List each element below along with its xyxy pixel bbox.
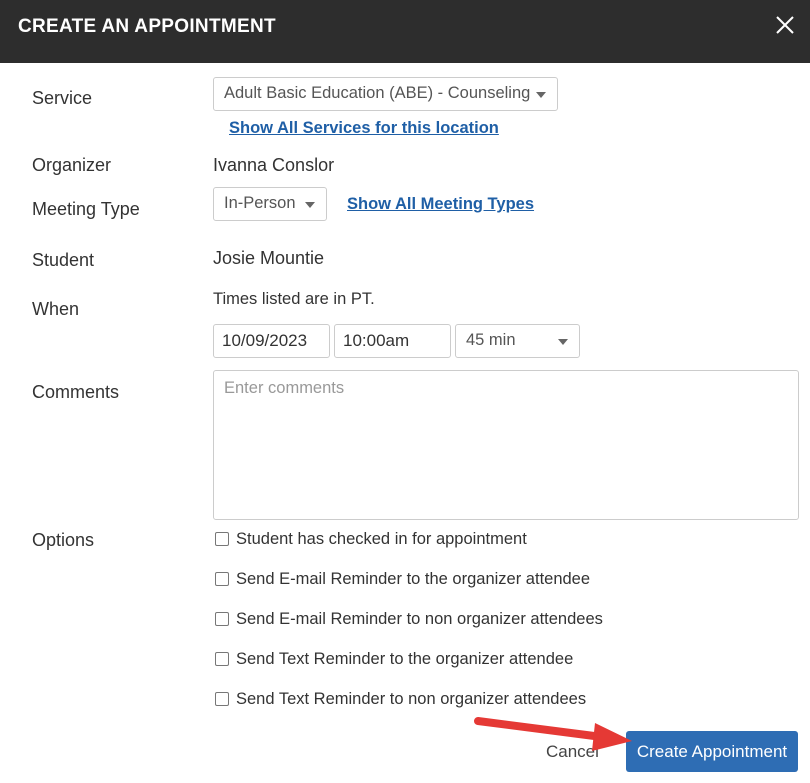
show-all-meeting-types-link[interactable]: Show All Meeting Types bbox=[347, 195, 534, 214]
option-label: Send E-mail Reminder to the organizer at… bbox=[236, 569, 591, 588]
service-select-value: Adult Basic Education (ABE) - Counseling bbox=[224, 84, 531, 102]
timezone-note: Times listed are in PT. bbox=[213, 290, 375, 308]
dialog-title: CREATE AN APPOINTMENT bbox=[18, 16, 276, 37]
option-text-non-organizer[interactable]: Send Text Reminder to non organizer atte… bbox=[215, 688, 586, 710]
option-email-organizer[interactable]: Send E-mail Reminder to the organizer at… bbox=[215, 568, 590, 590]
option-email-non-organizer[interactable]: Send E-mail Reminder to non organizer at… bbox=[215, 608, 603, 630]
student-value: Josie Mountie bbox=[213, 248, 325, 268]
time-input[interactable] bbox=[334, 324, 451, 358]
option-checked-in[interactable]: Student has checked in for appointment bbox=[215, 528, 527, 550]
option-label: Student has checked in for appointment bbox=[236, 529, 527, 548]
duration-select-value: 45 min bbox=[466, 331, 516, 349]
chevron-down-icon bbox=[305, 202, 315, 208]
show-all-services-link[interactable]: Show All Services for this location bbox=[229, 119, 499, 138]
meeting-type-select-value: In-Person bbox=[224, 194, 296, 212]
when-label: When bbox=[32, 299, 80, 319]
options-label: Options bbox=[32, 530, 95, 550]
option-label: Send Text Reminder to non organizer atte… bbox=[236, 689, 587, 708]
organizer-value: Ivanna Conslor bbox=[213, 155, 335, 175]
comments-label: Comments bbox=[32, 382, 120, 402]
option-text-organizer[interactable]: Send Text Reminder to the organizer atte… bbox=[215, 648, 573, 670]
checkbox[interactable] bbox=[215, 692, 229, 706]
cancel-button[interactable]: Cancel bbox=[546, 742, 599, 762]
student-label: Student bbox=[32, 250, 95, 270]
chevron-down-icon bbox=[536, 92, 546, 98]
option-label: Send E-mail Reminder to non organizer at… bbox=[236, 609, 603, 628]
duration-select[interactable]: 45 min bbox=[455, 324, 580, 358]
chevron-down-icon bbox=[558, 339, 568, 345]
create-appointment-button[interactable]: Create Appointment bbox=[626, 731, 798, 772]
close-icon[interactable] bbox=[772, 12, 798, 38]
date-input[interactable] bbox=[213, 324, 330, 358]
meeting-type-label: Meeting Type bbox=[32, 199, 140, 219]
checkbox[interactable] bbox=[215, 532, 229, 546]
service-select[interactable]: Adult Basic Education (ABE) - Counseling bbox=[213, 77, 558, 111]
option-label: Send Text Reminder to the organizer atte… bbox=[236, 649, 574, 668]
comments-textarea[interactable] bbox=[213, 370, 799, 520]
checkbox[interactable] bbox=[215, 612, 229, 626]
meeting-type-select[interactable]: In-Person bbox=[213, 187, 327, 221]
service-label: Service bbox=[32, 88, 93, 108]
organizer-label: Organizer bbox=[32, 155, 112, 175]
checkbox[interactable] bbox=[215, 652, 229, 666]
dialog-header: CREATE AN APPOINTMENT bbox=[0, 0, 810, 63]
checkbox[interactable] bbox=[215, 572, 229, 586]
